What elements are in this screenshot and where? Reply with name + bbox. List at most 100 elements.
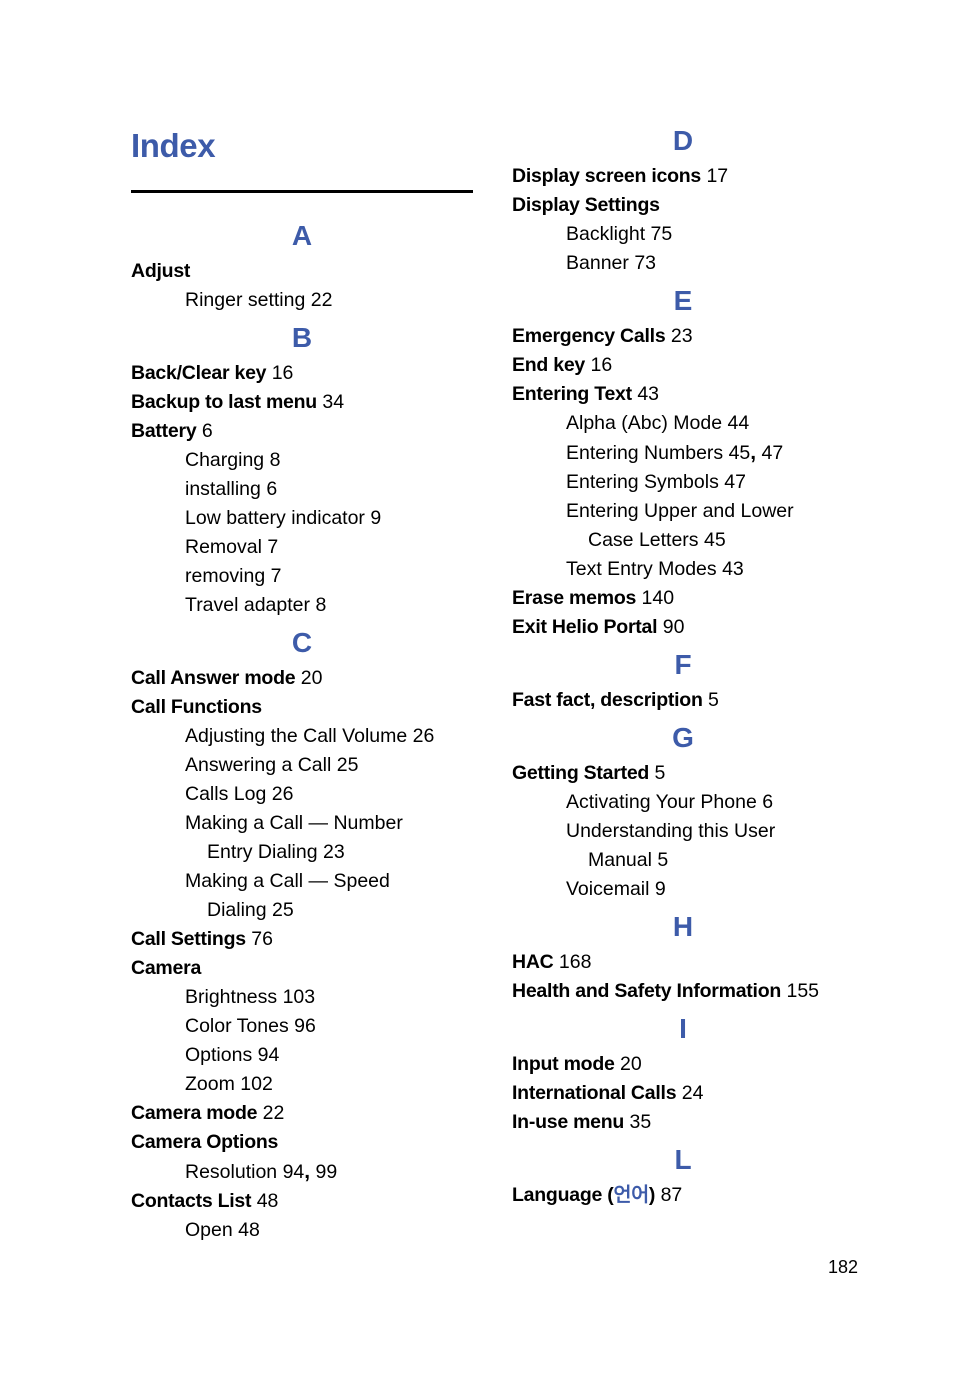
- entry-term: Entering Upper and Lower: [566, 500, 794, 522]
- entry-page-number: 26: [271, 783, 294, 805]
- index-subentry: Entry Dialing 23: [131, 838, 473, 867]
- index-entry: Camera Options: [131, 1128, 473, 1157]
- index-entry: Battery 6: [131, 417, 473, 446]
- entry-term: Entry Dialing: [207, 841, 318, 863]
- index-subentry: Brightness 103: [131, 983, 473, 1012]
- index-column-right: D Display screen icons 17 Display Settings…: [512, 0, 854, 1210]
- index-subentry: Options 94: [131, 1041, 473, 1070]
- index-entry: Fast fact, description 5: [512, 686, 854, 715]
- letter-separator-g: G: [672, 722, 694, 753]
- entry-page-number: 20: [300, 667, 323, 689]
- index-subentry: installing 6: [131, 475, 473, 504]
- entry-page-number: 9: [370, 507, 382, 529]
- index-entry: Back/Clear key 16: [131, 359, 473, 388]
- entry-page-number: 17: [706, 165, 729, 187]
- index-entry: Entering Text 43: [512, 380, 854, 409]
- index-entry: Camera mode 22: [131, 1099, 473, 1128]
- entry-page-number: 23: [670, 325, 693, 347]
- index-subentry: Voicemail 9: [512, 875, 854, 904]
- entry-term: Camera: [131, 957, 202, 979]
- entry-term: Open: [185, 1219, 233, 1241]
- letter-separator-d: D: [672, 125, 694, 156]
- entry-term: Display Settings: [512, 194, 660, 216]
- entry-term: Ringer setting: [185, 289, 306, 311]
- index-subentry: Making a Call — Speed: [131, 867, 473, 896]
- entry-page-number: 9: [654, 878, 666, 900]
- entry-term: Charging: [185, 449, 265, 471]
- entry-page-number: 155: [786, 980, 820, 1002]
- letter-separator-a: A: [291, 220, 313, 251]
- entry-term: Contacts List: [131, 1190, 252, 1212]
- index-subentry: Dialing 25: [131, 896, 473, 925]
- entry-page-number: 45, 47: [728, 441, 784, 464]
- entry-term: Activating Your Phone: [566, 791, 757, 813]
- entry-page-number: 44: [727, 412, 750, 434]
- entry-page-number: 8: [269, 449, 281, 471]
- entry-page-number: 22: [310, 289, 333, 311]
- entry-term: Case Letters: [588, 529, 699, 551]
- index-entry: Emergency Calls 23: [512, 322, 854, 351]
- index-subentry: Banner 73: [512, 249, 854, 278]
- index-subentry: Color Tones 96: [131, 1012, 473, 1041]
- letter-separator-e: E: [673, 285, 693, 316]
- entry-term: Understanding this User: [566, 820, 776, 842]
- index-entry: HAC 168: [512, 948, 854, 977]
- entry-term: International Calls: [512, 1082, 677, 1104]
- entry-term: Options: [185, 1044, 253, 1066]
- entry-term: Erase memos: [512, 587, 637, 609]
- index-subentry: Ringer setting 22: [131, 286, 473, 315]
- entry-page-number: 45: [703, 529, 726, 551]
- index-entry: Contacts List 48: [131, 1187, 473, 1216]
- entry-term: Language (언어): [512, 1184, 656, 1206]
- entry-page-number: 5: [708, 689, 719, 711]
- entry-term: removing: [185, 565, 266, 587]
- letter-separator-c: C: [291, 627, 313, 658]
- entry-term: Backup to last menu: [131, 391, 317, 413]
- letter-separator-h: H: [672, 911, 694, 942]
- entry-term: Zoom: [185, 1073, 235, 1095]
- letter-separator-b: B: [291, 322, 313, 353]
- index-subentry: Resolution 94, 99: [131, 1157, 473, 1187]
- index-subentry: Alpha (Abc) Mode 44: [512, 409, 854, 438]
- entry-term: Entering Text: [512, 383, 632, 405]
- entry-page-number: 103: [282, 986, 316, 1008]
- entry-page-number: 16: [590, 354, 613, 376]
- entry-page-number: 6: [762, 791, 774, 813]
- index-subentry: Entering Symbols 47: [512, 468, 854, 497]
- index-subentry: Open 48: [131, 1216, 473, 1245]
- entry-page-number: 75: [650, 223, 673, 245]
- entry-page-number: 6: [201, 420, 213, 442]
- index-entry: International Calls 24: [512, 1079, 854, 1108]
- entry-page-number: 24: [681, 1082, 704, 1104]
- entry-term: Resolution: [185, 1161, 278, 1183]
- entry-term: Brightness: [185, 986, 278, 1008]
- index-subentry: Backlight 75: [512, 220, 854, 249]
- entry-term: Adjusting the Call Volume: [185, 725, 408, 747]
- entry-term: Making a Call — Number: [185, 812, 403, 834]
- entry-term: Display screen icons: [512, 165, 702, 187]
- entry-term: Entering Symbols: [566, 471, 719, 493]
- index-subentry: Adjusting the Call Volume 26: [131, 722, 473, 751]
- index-subentry: removing 7: [131, 562, 473, 591]
- index-entry: Call Settings 76: [131, 925, 473, 954]
- index-subentry: Text Entry Modes 43: [512, 555, 854, 584]
- entry-term: HAC: [512, 951, 554, 973]
- entry-page-number: 87: [660, 1184, 683, 1206]
- index-subentry: Travel adapter 8: [131, 591, 473, 620]
- entry-term: Camera Options: [131, 1131, 279, 1153]
- index-entry: In-use menu 35: [512, 1108, 854, 1137]
- index-entry: Backup to last menu 34: [131, 388, 473, 417]
- entry-term: installing: [185, 478, 261, 500]
- entry-page-number: 16: [271, 362, 294, 384]
- entry-term: Alpha (Abc) Mode: [566, 412, 723, 434]
- entry-term: Backlight: [566, 223, 646, 245]
- entry-page-number: 7: [270, 565, 282, 587]
- index-entry: End key 16: [512, 351, 854, 380]
- index-subentry: Charging 8: [131, 446, 473, 475]
- index-entry: Erase memos 140: [512, 584, 854, 613]
- entry-page-number: 94, 99: [282, 1160, 338, 1183]
- entry-term: Battery: [131, 420, 197, 442]
- index-subentry: Low battery indicator 9: [131, 504, 473, 533]
- index-entry: Exit Helio Portal 90: [512, 613, 854, 642]
- entry-term: Answering a Call: [185, 754, 332, 776]
